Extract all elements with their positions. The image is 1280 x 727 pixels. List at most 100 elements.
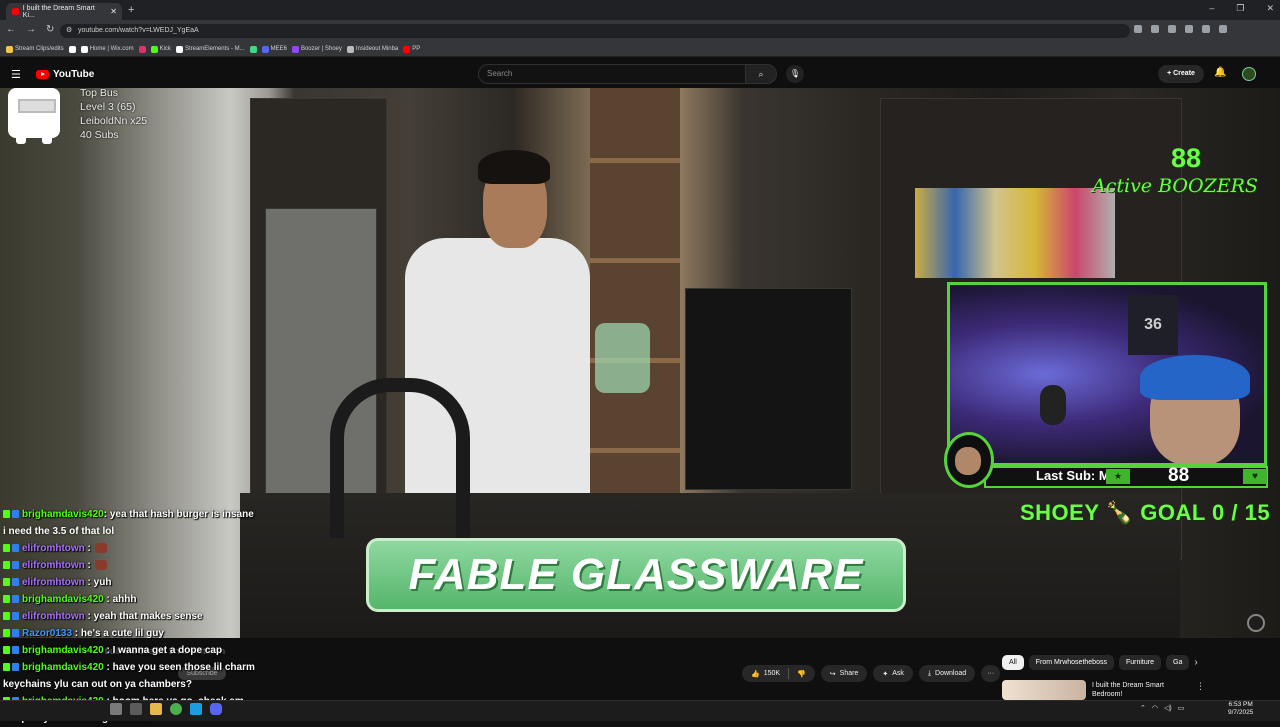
chat-username[interactable]: brighamdavis420 [22,509,104,520]
chat-message: Razor0133 : he's a cute lil guy [0,625,240,642]
chip-gaming[interactable]: Ga [1166,655,1190,670]
green-glass [595,323,650,393]
chat-message: brighamdavis420 : ahhh [0,591,240,608]
network-icon[interactable]: ◠ [1152,704,1158,712]
chat-username[interactable]: elifromhtown [22,611,85,622]
voice-search-icon[interactable]: 🎙 [786,65,804,83]
taskbar-clock[interactable]: 6:53 PM 9/7/2025 [1228,701,1253,717]
badge-icon [3,663,10,672]
restore-icon[interactable]: ❐ [1236,3,1244,14]
chat-username[interactable]: Razor0133 [22,628,72,639]
youtube-logo[interactable]: YouTube [36,69,94,80]
create-button[interactable]: + Create [1158,65,1204,83]
more-actions-button[interactable]: ··· [981,665,1001,682]
recommended-thumbnail[interactable] [1002,680,1086,700]
recommendation-chips: All From Mrwhosetheboss Furniture Ga › [1002,655,1198,670]
chat-badges [3,578,19,587]
youtube-favicon-icon [12,8,19,15]
url-field[interactable]: ⚙ youtube.com/watch?v=LWEDJ_YgEaA [60,24,1130,38]
download-button[interactable]: ⤓ Download [918,665,976,682]
channel-watermark-icon[interactable] [1247,614,1265,632]
bookmark-item[interactable] [138,45,146,53]
bus-wheel [42,136,52,144]
bookmark-star-icon[interactable] [1151,25,1159,33]
share-button[interactable]: ↪ Share [820,665,868,682]
bookmark-label: PP [412,46,421,52]
battery-icon[interactable]: ▭ [1178,704,1185,712]
chevron-right-icon[interactable]: › [1194,655,1197,670]
kebab-menu-icon[interactable]: ⋮ [1196,681,1205,692]
minimize-icon[interactable]: – [1209,3,1214,14]
share-icon: ↪ [829,670,836,678]
tray-chevron-icon[interactable]: ⌃ [1140,704,1146,712]
kitchen-faucet [330,378,470,538]
chat-badges [3,510,19,519]
task-view-icon[interactable] [110,703,122,715]
tab-title: I built the Dream Smart Ki... [22,4,95,19]
hamburger-menu-icon[interactable]: ☰ [11,68,21,81]
chat-text-continued: keychains ylu can out on ya chambers? [3,679,192,690]
bookmark-item[interactable]: PP [403,45,421,53]
thumbs-down-icon[interactable]: 👎 [797,670,806,678]
tab-close-icon[interactable]: ✕ [110,7,117,16]
badge-icon [3,544,10,553]
stream-chat: brighamdavis420: yea that hash burger is… [0,506,255,727]
bookmark-item[interactable]: MEE6 [261,45,287,53]
chip-furniture[interactable]: Furniture [1118,655,1161,670]
microphone [1040,385,1066,425]
video-actions: 👍 150K 👎 ↪ Share ✦ Ask ⤓ Download ··· [742,665,1001,682]
ask-button[interactable]: ✦ Ask [873,665,913,682]
downloads-icon[interactable] [1185,25,1193,33]
volume-icon[interactable]: ◁) [1164,704,1172,712]
bookmark-favicon-icon [249,45,257,53]
chat-username[interactable]: elifromhtown [22,577,85,588]
steam-icon[interactable] [190,703,202,715]
cast-icon[interactable] [1134,25,1142,33]
bookmark-item[interactable]: Kick [150,45,171,53]
chat-text: : ahhh [103,594,137,605]
chat-username[interactable]: brighamdavis420 [22,645,104,656]
recommended-title[interactable]: I built the Dream Smart Bedroom! [1092,681,1172,699]
like-button[interactable]: 👍 150K 👎 [742,665,815,682]
close-window-icon[interactable]: ✕ [1266,3,1274,14]
extension-icon[interactable] [1168,25,1176,33]
chat-username[interactable]: brighamdavis420 [22,662,104,673]
chat-username[interactable]: elifromhtown [22,560,85,571]
bookmark-item[interactable]: Boozer | Shoey [291,45,342,53]
discord-icon[interactable] [210,703,222,715]
account-avatar[interactable] [1242,67,1256,81]
chip-from-channel[interactable]: From Mrwhosetheboss [1028,655,1114,670]
site-info-icon[interactable]: ⚙ [66,24,72,38]
window-controls: – ❐ ✕ [1209,3,1274,14]
chat-message: elifromhtown : [0,540,240,557]
top-bus-title: Top Bus [80,87,118,99]
streamer-cap [1140,355,1250,400]
bookmark-favicon-icon [150,45,158,53]
profile-icon[interactable] [1202,25,1210,33]
new-tab-button[interactable]: + [128,4,134,16]
bookmark-item[interactable]: Home | Wix.com [80,45,134,53]
badge-icon [12,510,19,519]
chat-username[interactable]: brighamdavis420 [22,594,104,605]
bookmark-item[interactable] [249,45,257,53]
chat-badges [3,629,19,638]
bookmark-item[interactable] [68,45,76,53]
forward-arrow-icon[interactable]: → [26,24,36,35]
chat-username[interactable]: elifromhtown [22,543,85,554]
search-input[interactable]: Search [478,64,746,84]
chip-all[interactable]: All [1002,655,1024,670]
streamer-webcam: 36 [947,282,1267,466]
notifications-bell-icon[interactable]: 🔔 [1214,67,1226,78]
bookmark-item[interactable]: StreamElements - M... [175,45,245,53]
reload-icon[interactable]: ↻ [46,24,54,35]
search-button[interactable]: ⌕ [745,64,777,84]
bookmark-item[interactable]: Insideout Minba [346,45,398,53]
browser-tab[interactable]: I built the Dream Smart Ki... ✕ [6,3,122,20]
back-arrow-icon[interactable]: ← [6,24,16,35]
bookmark-item[interactable]: Stream Clips/edits [6,45,64,53]
menu-dots-icon[interactable] [1219,25,1227,33]
widgets-icon[interactable] [130,703,142,715]
file-explorer-icon[interactable] [150,703,162,715]
chrome-icon[interactable] [170,703,182,715]
badge-icon [12,595,19,604]
